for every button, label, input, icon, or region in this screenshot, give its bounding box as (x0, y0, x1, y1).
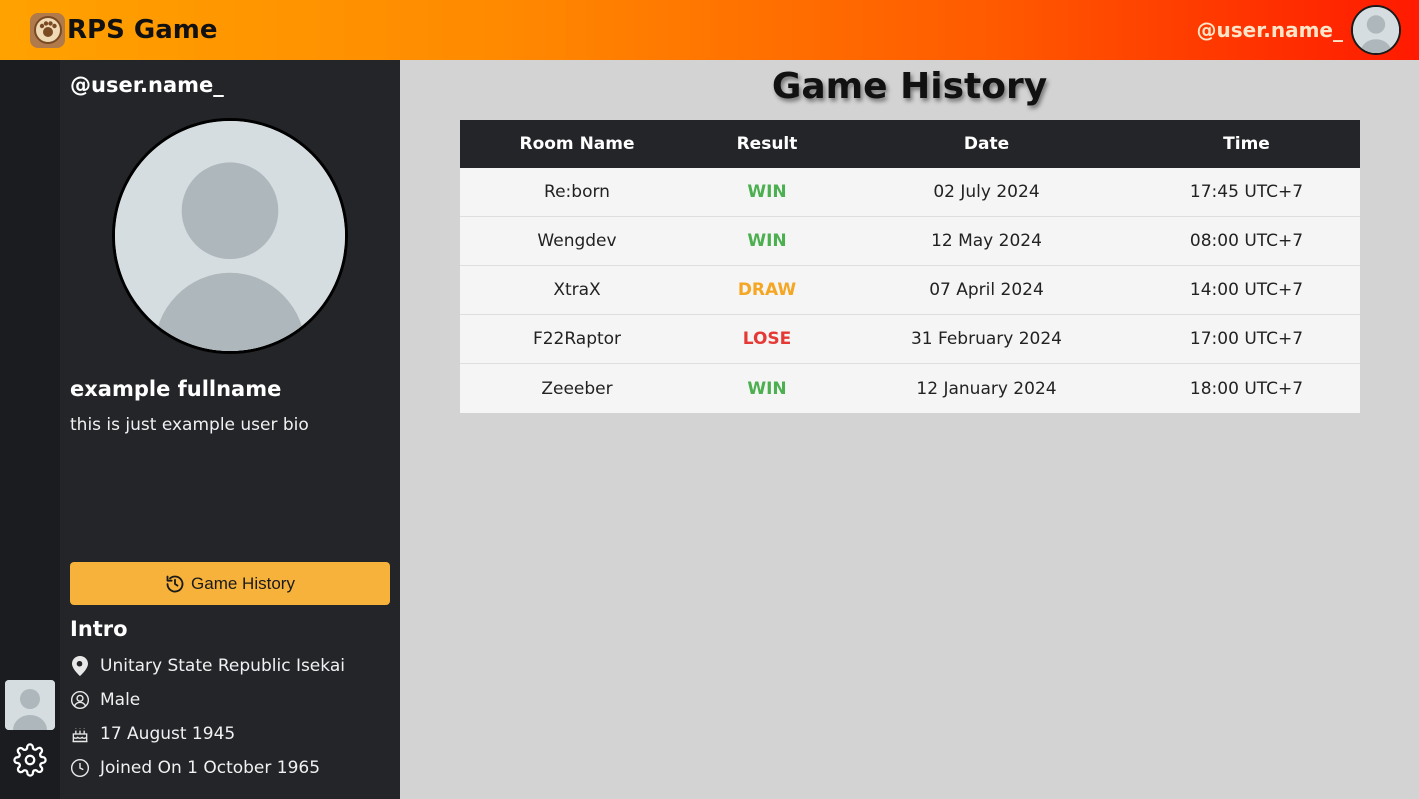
cell-room: F22Raptor (532, 329, 622, 349)
profile-sidebar: @user.name_ example fullname this is jus… (60, 60, 400, 799)
table-row: Wengdev WIN 12 May 2024 08:00 UTC+7 (460, 217, 1360, 266)
info-location-text: Unitary State Republic Isekai (100, 656, 345, 676)
cell-result: WIN (747, 182, 787, 202)
cell-time: 08:00 UTC+7 (1189, 231, 1304, 251)
info-location: Unitary State Republic Isekai (70, 656, 345, 676)
brand[interactable]: RPS Game (0, 0, 217, 60)
cell-time: 14:00 UTC+7 (1189, 280, 1304, 300)
cell-date: 12 January 2024 (916, 378, 1057, 399)
cell-room: Re:born (544, 182, 610, 202)
cell-date: 31 February 2024 (910, 329, 1063, 349)
header-username: @user.name_ (1196, 18, 1343, 42)
cell-result: LOSE (742, 329, 792, 349)
table-header: Room Name Result Date Time (460, 120, 1360, 168)
table-row: Zeeeber WIN 12 January 2024 18:00 UTC+7 (460, 364, 1360, 413)
cell-room: XtraX (553, 280, 601, 300)
column-header-room: Room Name (519, 134, 635, 154)
cell-date: 12 May 2024 (931, 231, 1042, 251)
column-header-result: Result (736, 134, 798, 154)
intro-heading: Intro (70, 617, 128, 641)
table-row: F22Raptor LOSE 31 February 2024 17:00 UT… (460, 315, 1360, 364)
info-gender-text: Male (100, 690, 141, 710)
profile-avatar (112, 118, 348, 354)
cell-time: 18:00 UTC+7 (1189, 378, 1304, 399)
column-header-date: Date (963, 134, 1010, 154)
header-avatar[interactable] (1351, 5, 1401, 55)
icon-rail (0, 60, 60, 799)
top-navbar: RPS Game @user.name_ (0, 0, 1419, 60)
table-row: Re:born WIN 02 July 2024 17:45 UTC+7 (460, 168, 1360, 217)
game-history-table: Room Name Result Date Time Re:born WIN 0… (460, 120, 1360, 413)
cell-time: 17:45 UTC+7 (1189, 182, 1304, 202)
profile-username: @user.name_ (70, 73, 224, 97)
cell-room: Zeeeber (541, 378, 613, 399)
cell-time: 17:00 UTC+7 (1189, 329, 1304, 349)
page-title: Game History (771, 66, 1048, 107)
profile-bio: this is just example user bio (70, 415, 309, 435)
cell-date: 02 July 2024 (933, 182, 1040, 202)
rail-avatar[interactable] (5, 680, 55, 730)
settings-gear-icon[interactable] (13, 743, 47, 777)
cell-result: DRAW (737, 280, 797, 300)
column-header-time: Time (1223, 134, 1270, 154)
app-name: RPS Game (67, 15, 218, 45)
app-logo-icon (30, 12, 65, 48)
info-joined-text: Joined On 1 October 1965 (100, 758, 321, 778)
user-circle-icon (70, 690, 90, 710)
birthday-cake-icon (70, 724, 90, 744)
cell-room: Wengdev (537, 231, 617, 251)
cell-result: WIN (747, 231, 787, 251)
info-gender: Male (70, 690, 140, 710)
game-history-button-label: Game History (191, 573, 295, 593)
cell-date: 07 April 2024 (929, 280, 1044, 300)
info-birthday-text: 17 August 1945 (100, 724, 236, 744)
clock-icon (70, 758, 90, 778)
cell-result: WIN (747, 378, 787, 399)
location-pin-icon (70, 656, 90, 676)
history-icon (166, 575, 184, 592)
game-history-button[interactable]: Game History (70, 562, 390, 605)
header-user-menu[interactable]: @user.name_ (1197, 5, 1419, 55)
table-row: XtraX DRAW 07 April 2024 14:00 UTC+7 (460, 266, 1360, 315)
info-birthday: 17 August 1945 (70, 724, 235, 744)
profile-fullname: example fullname (70, 377, 282, 401)
info-joined: Joined On 1 October 1965 (70, 758, 320, 778)
